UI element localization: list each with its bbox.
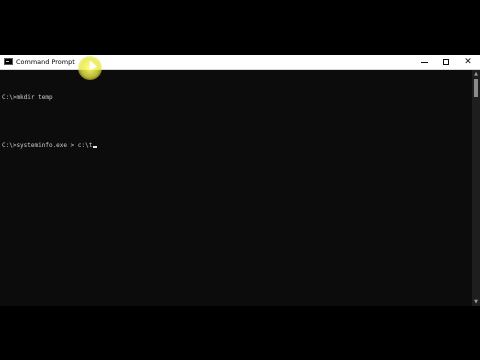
close-icon: ✕: [464, 56, 472, 67]
console-output[interactable]: C:\>mkdir temp C:\>systeminfo.exe > c:\t: [0, 70, 472, 306]
command-prompt-window: Command Prompt ✕ C:\>mkdir temp C:\>syst…: [0, 55, 480, 306]
cmd-app-icon[interactable]: [4, 58, 13, 65]
title-bar[interactable]: Command Prompt ✕: [0, 55, 480, 70]
maximize-button[interactable]: [435, 55, 457, 69]
close-button[interactable]: ✕: [457, 55, 479, 69]
console-command-text: C:\>systeminfo.exe > c:\t: [2, 142, 93, 149]
maximize-icon: [443, 59, 449, 65]
console-line-current: C:\>systeminfo.exe > c:\t: [2, 142, 472, 150]
vertical-scrollbar[interactable]: ▲ ▼: [472, 70, 480, 306]
text-cursor: [93, 146, 98, 148]
minimize-icon: [420, 61, 428, 63]
scroll-up-icon[interactable]: ▲: [472, 70, 480, 78]
scrollbar-thumb[interactable]: [474, 79, 478, 97]
scroll-down-icon[interactable]: ▼: [472, 298, 480, 306]
window-title: Command Prompt: [16, 58, 75, 66]
minimize-button[interactable]: [413, 55, 435, 69]
console-line: C:\>mkdir temp: [2, 94, 53, 101]
